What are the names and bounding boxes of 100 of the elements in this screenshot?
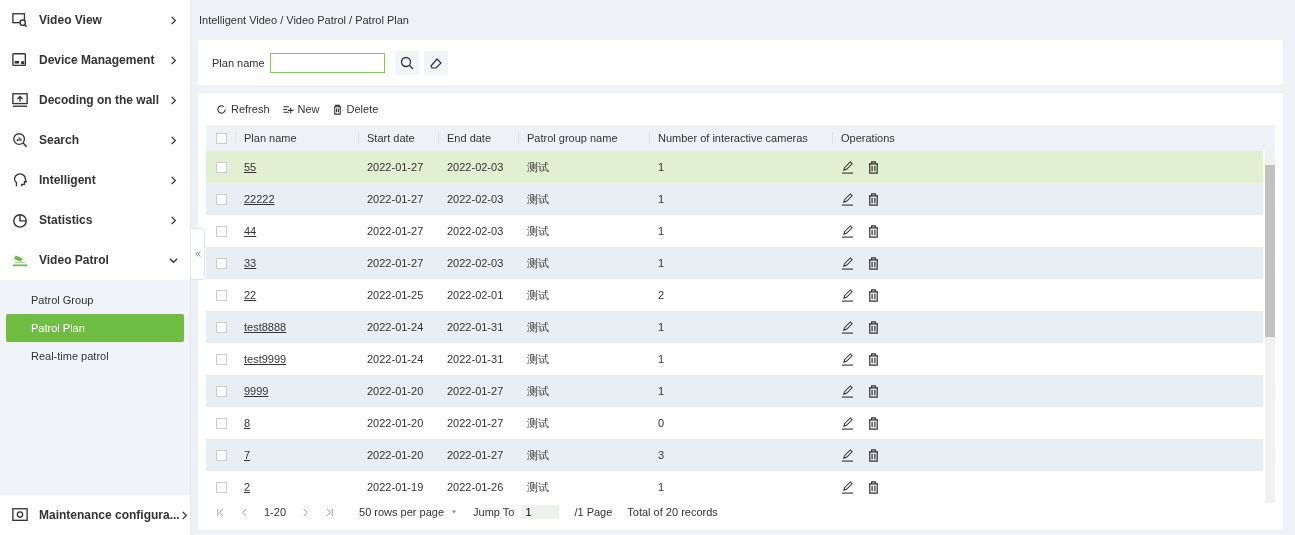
plan-name-link[interactable]: test8888	[244, 321, 367, 333]
table-cell-text: 2022-01-27	[447, 417, 505, 429]
delete-icon[interactable]	[867, 160, 880, 174]
table-row[interactable]: 55 2022-01-27 2022-02-03 测试 1	[206, 151, 1263, 183]
table-cell-text: 2022-01-20	[367, 385, 425, 397]
checkbox[interactable]	[216, 417, 227, 429]
delete-icon[interactable]	[867, 320, 880, 334]
plan-name-link[interactable]: test9999	[244, 353, 367, 365]
search-button[interactable]	[394, 50, 419, 75]
checkbox[interactable]	[216, 161, 227, 173]
menu-label: Video View	[39, 13, 103, 27]
plan-name-link[interactable]: 9999	[244, 385, 367, 397]
plan-name-link[interactable]: 55	[244, 161, 367, 173]
screen-upload-icon	[12, 92, 28, 108]
table-row[interactable]: 22222 2022-01-27 2022-02-03 测试 1	[206, 183, 1263, 215]
checkbox[interactable]	[216, 385, 227, 397]
checkbox[interactable]	[216, 132, 227, 144]
table-row[interactable]: 7 2022-01-20 2022-01-27 测试 3	[206, 439, 1263, 471]
scrollbar[interactable]	[1265, 151, 1275, 503]
table-cell-text: 1	[658, 193, 666, 205]
edit-icon[interactable]	[841, 256, 854, 270]
table-cell-text: 测试	[527, 351, 550, 367]
delete-icon[interactable]	[867, 192, 880, 206]
plan-name-link[interactable]: 44	[244, 225, 367, 237]
chevron-right-icon	[169, 55, 178, 65]
chevron-right-icon	[179, 510, 189, 520]
submenu-item[interactable]: Real-time patrol	[6, 342, 184, 370]
refresh-button[interactable]: Refresh	[216, 103, 270, 115]
menu-label: Intelligent	[39, 173, 97, 187]
checkbox[interactable]	[216, 193, 227, 205]
delete-icon[interactable]	[867, 480, 880, 494]
checkbox[interactable]	[216, 257, 227, 269]
edit-icon[interactable]	[841, 224, 854, 238]
search-icon	[12, 132, 28, 148]
table-row[interactable]: 9999 2022-01-20 2022-01-27 测试 1	[206, 375, 1263, 407]
caret-icon	[450, 508, 459, 516]
checkbox[interactable]	[216, 481, 227, 493]
menu-label: Decoding on the wall	[39, 93, 160, 107]
checkbox[interactable]	[216, 225, 227, 237]
table-cell-text: 测试	[527, 383, 550, 399]
table-row[interactable]: 33 2022-01-27 2022-02-03 测试 1	[206, 247, 1263, 279]
plan-name-link[interactable]: 2	[244, 481, 367, 493]
column-header: Operations	[832, 132, 941, 144]
table-cell-text: 测试	[527, 447, 550, 463]
edit-icon[interactable]	[841, 384, 854, 398]
delete-icon[interactable]	[867, 224, 880, 238]
table-cell-text: 测试	[527, 287, 550, 303]
checkbox[interactable]	[216, 289, 227, 301]
edit-icon[interactable]	[841, 480, 854, 494]
plan-name-link[interactable]: 33	[244, 257, 367, 269]
table-cell-text: 3	[658, 449, 666, 461]
submenu-item[interactable]: Patrol Group	[6, 286, 184, 314]
page-count: /1 Page	[574, 506, 613, 518]
clear-button[interactable]	[423, 50, 448, 75]
chevron-right-icon	[169, 15, 178, 25]
table-row[interactable]: test8888 2022-01-24 2022-01-31 测试 1	[206, 311, 1263, 343]
edit-icon[interactable]	[841, 416, 854, 430]
delete-icon[interactable]	[867, 416, 880, 430]
rows-per-page-dropdown[interactable]: 50 rows per page	[359, 506, 459, 518]
new-button[interactable]: New	[281, 103, 320, 115]
edit-icon[interactable]	[841, 160, 854, 174]
menu-label: Search	[39, 133, 81, 147]
plan-name-link[interactable]: 22	[244, 289, 367, 301]
table-cell-text: 测试	[527, 223, 550, 239]
edit-icon[interactable]	[841, 288, 854, 302]
table-cell-text: 2	[658, 289, 666, 301]
table-cell-text: 2022-01-31	[447, 321, 505, 333]
device-icon	[12, 52, 28, 68]
refresh-icon	[216, 103, 227, 115]
table-cell-text: 2022-01-19	[367, 481, 425, 493]
table-cell-text: 测试	[527, 319, 550, 335]
page-input[interactable]: 1	[521, 505, 560, 519]
edit-icon[interactable]	[841, 192, 854, 206]
collapse-handle[interactable]	[191, 228, 205, 280]
table-cell-text: 1	[658, 257, 666, 269]
input-field[interactable]	[269, 52, 385, 73]
breadcrumb: Intelligent Video / Video Patrol / Patrol Plan	[199, 13, 410, 28]
plan-name-link[interactable]: 22222	[244, 193, 367, 205]
edit-icon[interactable]	[841, 448, 854, 462]
menu-label: Maintenance configura...	[39, 508, 180, 522]
delete-icon[interactable]	[867, 256, 880, 270]
table-cell-text: 2022-01-20	[367, 417, 425, 429]
delete-icon[interactable]	[867, 384, 880, 398]
table-cell-text: 0	[658, 417, 666, 429]
table-cell-text: 1	[658, 321, 666, 333]
delete-icon[interactable]	[867, 448, 880, 462]
edit-icon[interactable]	[841, 320, 854, 334]
table-cell-text: 测试	[527, 479, 550, 495]
delete-icon[interactable]	[867, 288, 880, 302]
checkbox[interactable]	[216, 353, 227, 365]
plan-name-link[interactable]: 7	[244, 449, 367, 461]
checkbox[interactable]	[216, 321, 227, 333]
table-cell-text: 2022-01-25	[367, 289, 425, 301]
table-cell-text: 1	[658, 385, 666, 397]
plan-name-link[interactable]: 8	[244, 417, 367, 429]
checkbox[interactable]	[216, 449, 227, 461]
delete-icon[interactable]	[867, 352, 880, 366]
edit-icon[interactable]	[841, 352, 854, 366]
delete-button[interactable]: Delete	[331, 103, 379, 115]
table-cell-text: 2022-01-27	[447, 449, 505, 461]
